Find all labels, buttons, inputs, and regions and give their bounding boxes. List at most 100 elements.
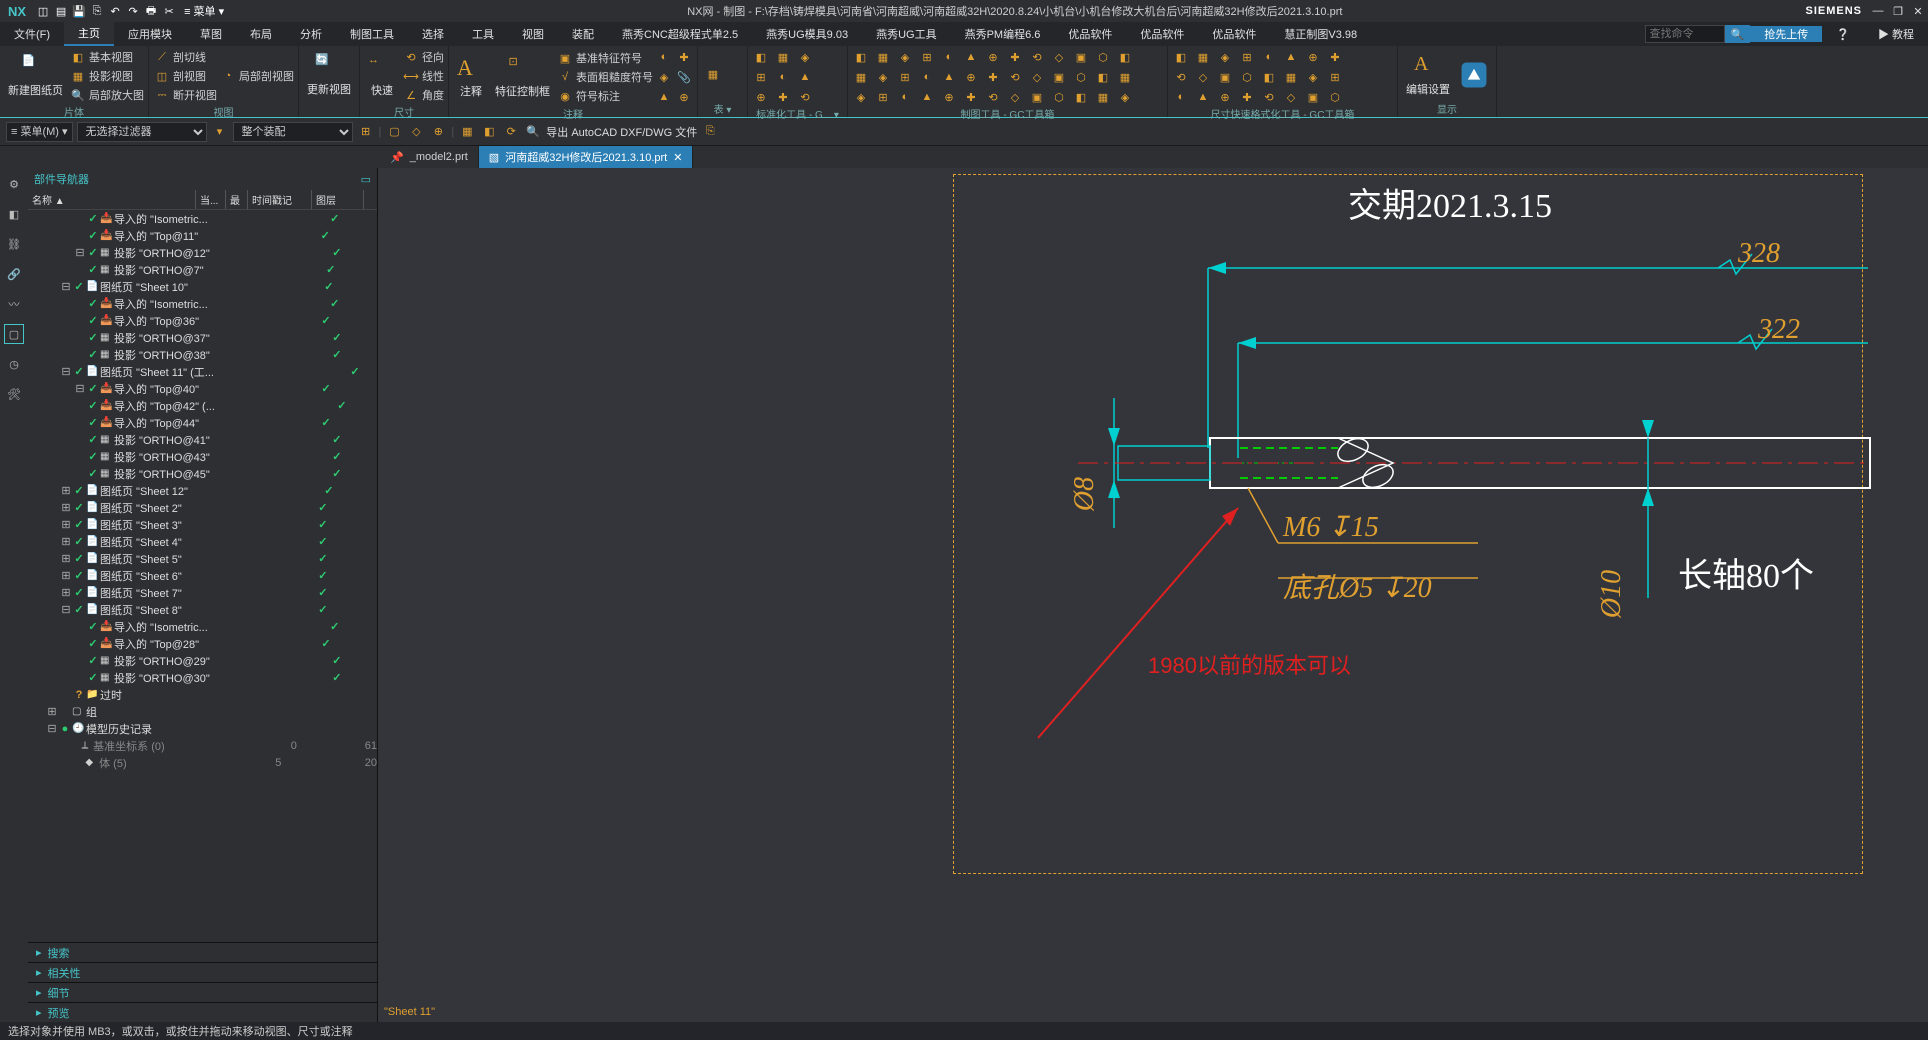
tb-icon-3[interactable]: ◇: [407, 123, 425, 141]
tree-node[interactable]: ✓▦投影 "ORTHO@30"✓: [28, 669, 377, 686]
datum-button[interactable]: ▣基准特征符号: [556, 49, 653, 67]
tree-node[interactable]: ⊞▢组: [28, 703, 377, 720]
ribbon-tool-icon[interactable]: ◐: [1260, 48, 1278, 66]
ribbon-tool-icon[interactable]: ▣: [1216, 68, 1234, 86]
drawing-canvas[interactable]: 交期2021.3.15 328 322 Ø8 Ø10 M6 ↧15 底孔Ø5 ↧…: [378, 168, 1928, 1022]
rail-icon-tool[interactable]: 🛠: [4, 384, 24, 404]
ribbon-tool-icon[interactable]: ▲: [962, 48, 980, 66]
tree-node[interactable]: ✓📥导入的 "Top@11"✓: [28, 227, 377, 244]
ribbon-tool-icon[interactable]: ◧: [1072, 88, 1090, 106]
tb-icon-8[interactable]: 🔍: [524, 123, 542, 141]
group-label-table[interactable]: 表 ▾: [702, 101, 743, 115]
ribbon-tool-icon[interactable]: ▦: [852, 68, 870, 86]
filter-icon[interactable]: ▾: [211, 123, 229, 141]
rail-icon-active[interactable]: ▢: [4, 324, 24, 344]
close-icon[interactable]: ✕: [1908, 1, 1928, 21]
tree-node[interactable]: ⟂基准坐标系 (0)061: [28, 737, 377, 754]
ribbon-tool-icon[interactable]: ✚: [1006, 48, 1024, 66]
ribbon-tool-icon[interactable]: ✚: [774, 88, 792, 106]
ribbon-tool-icon[interactable]: ⬡: [1072, 68, 1090, 86]
tree-node[interactable]: ✓▦投影 "ORTHO@43"✓: [28, 448, 377, 465]
tab-active-part[interactable]: ▧河南超威32H修改后2021.3.10.prt✕: [479, 146, 694, 168]
ribbon-tool-icon[interactable]: ⬡: [1050, 88, 1068, 106]
tab-close-icon[interactable]: ✕: [673, 151, 682, 164]
accordion-细节[interactable]: ▸细节: [28, 982, 377, 1002]
tb-icon-1[interactable]: ⊞: [357, 123, 375, 141]
ribbon-tool-icon[interactable]: ◐: [774, 68, 792, 86]
menu-tab-13[interactable]: 燕秀UG工具: [862, 22, 951, 46]
restore-icon[interactable]: ❐: [1888, 1, 1908, 21]
ribbon-tool-icon[interactable]: ◈: [896, 48, 914, 66]
section-line-button[interactable]: ⟋剖切线: [153, 48, 217, 66]
tree-node[interactable]: ⊟✓📥导入的 "Top@40"✓: [28, 380, 377, 397]
tree-node[interactable]: ✓📥导入的 "Top@44"✓: [28, 414, 377, 431]
tree-node[interactable]: ✓▦投影 "ORTHO@29"✓: [28, 652, 377, 669]
ribbon-tool-icon[interactable]: ◇: [1006, 88, 1024, 106]
tree-node[interactable]: ⊟✓▦投影 "ORTHO@12"✓: [28, 244, 377, 261]
menu-tab-16[interactable]: 优品软件: [1126, 22, 1198, 46]
ribbon-tool-icon[interactable]: ▲: [796, 68, 814, 86]
ribbon-tool-icon[interactable]: ◈: [874, 68, 892, 86]
tree-node[interactable]: ◆体 (5)520: [28, 754, 377, 771]
col-latest[interactable]: 最: [226, 190, 248, 209]
col-name[interactable]: 名称 ▲: [28, 190, 196, 209]
menu-m-button[interactable]: ≡ 菜单(M) ▾: [6, 122, 73, 142]
cut-icon[interactable]: ✂: [160, 2, 178, 20]
tree-node[interactable]: ✓📥导入的 "Isometric...✓: [28, 295, 377, 312]
angle-dim-button[interactable]: ∠角度: [402, 86, 444, 104]
tutorial-button[interactable]: ▶ 教程: [1864, 26, 1928, 42]
base-view-button[interactable]: ◧基本视图: [69, 48, 144, 66]
ribbon-tool-icon[interactable]: ⊞: [752, 68, 770, 86]
tree-sheet-node[interactable]: ⊟✓📄图纸页 "Sheet 10"✓: [28, 278, 377, 295]
menu-tab-2[interactable]: 应用模块: [114, 22, 186, 46]
filter-select[interactable]: 无选择过滤器: [77, 122, 207, 142]
ribbon-tool-icon[interactable]: ▦: [1194, 48, 1212, 66]
ribbon-tool-icon[interactable]: ◇: [1028, 68, 1046, 86]
tb-icon-6[interactable]: ◧: [480, 123, 498, 141]
roughness-button[interactable]: √表面粗糙度符号: [556, 68, 653, 86]
saveall-icon[interactable]: ⎘: [88, 2, 106, 20]
rail-icon-cube[interactable]: ◧: [4, 204, 24, 224]
update-view-button[interactable]: 🔄更新视图: [303, 51, 355, 99]
command-search-input[interactable]: [1645, 25, 1725, 43]
ribbon-tool-icon[interactable]: ▲: [1282, 48, 1300, 66]
rail-icon-wave[interactable]: 〰: [4, 294, 24, 314]
menu-simple[interactable]: ≡ 菜单 ▾: [178, 2, 230, 20]
ribbon-tool-icon[interactable]: ◧: [1172, 48, 1190, 66]
redo-icon[interactable]: ↷: [124, 2, 142, 20]
symbol-button[interactable]: ◉符号标注: [556, 87, 653, 105]
table-icon[interactable]: ▦: [702, 64, 724, 86]
ribbon-tool-icon[interactable]: ⬡: [1094, 48, 1112, 66]
ribbon-tool-icon[interactable]: ◇: [1194, 68, 1212, 86]
tree-node[interactable]: ✓📥导入的 "Top@28"✓: [28, 635, 377, 652]
fcf-button[interactable]: ⊡特征控制框: [491, 53, 554, 101]
rail-icon-assy[interactable]: ⛓: [4, 234, 24, 254]
ribbon-tool-icon[interactable]: ⟲: [1028, 48, 1046, 66]
open-icon[interactable]: ▤: [52, 2, 70, 20]
ribbon-tool-icon[interactable]: ⊕: [1216, 88, 1234, 106]
menu-tab-17[interactable]: 优品软件: [1198, 22, 1270, 46]
ribbon-tool-icon[interactable]: ▲: [940, 68, 958, 86]
tb-icon-2[interactable]: ▢: [385, 123, 403, 141]
menu-tab-5[interactable]: 分析: [286, 22, 336, 46]
col-layer[interactable]: 图层: [312, 190, 364, 209]
anno-icon-3[interactable]: ▲: [655, 88, 673, 106]
ribbon-tool-icon[interactable]: ⊞: [896, 68, 914, 86]
menu-tab-10[interactable]: 装配: [558, 22, 608, 46]
anno-icon-4[interactable]: ✚: [675, 48, 693, 66]
ribbon-tool-icon[interactable]: ⊞: [874, 88, 892, 106]
menu-tab-6[interactable]: 制图工具: [336, 22, 408, 46]
ribbon-tool-icon[interactable]: ◈: [852, 88, 870, 106]
tree-sheet-node[interactable]: ⊞✓📄图纸页 "Sheet 12"✓: [28, 482, 377, 499]
tree-node[interactable]: ✓▦投影 "ORTHO@38"✓: [28, 346, 377, 363]
ribbon-tool-icon[interactable]: ⟲: [1006, 68, 1024, 86]
tree-node[interactable]: ?📁过时: [28, 686, 377, 703]
col-current[interactable]: 当...: [196, 190, 226, 209]
ribbon-tool-icon[interactable]: ⊕: [1304, 48, 1322, 66]
save-icon[interactable]: 💾: [70, 2, 88, 20]
ribbon-tool-icon[interactable]: ⟲: [796, 88, 814, 106]
new-sheet-button[interactable]: 📄新建图纸页: [4, 52, 67, 100]
radial-dim-button[interactable]: ⟲径向: [402, 48, 444, 66]
upload-button[interactable]: 抢先上传: [1750, 26, 1822, 42]
ribbon-tool-icon[interactable]: ⟲: [1260, 88, 1278, 106]
